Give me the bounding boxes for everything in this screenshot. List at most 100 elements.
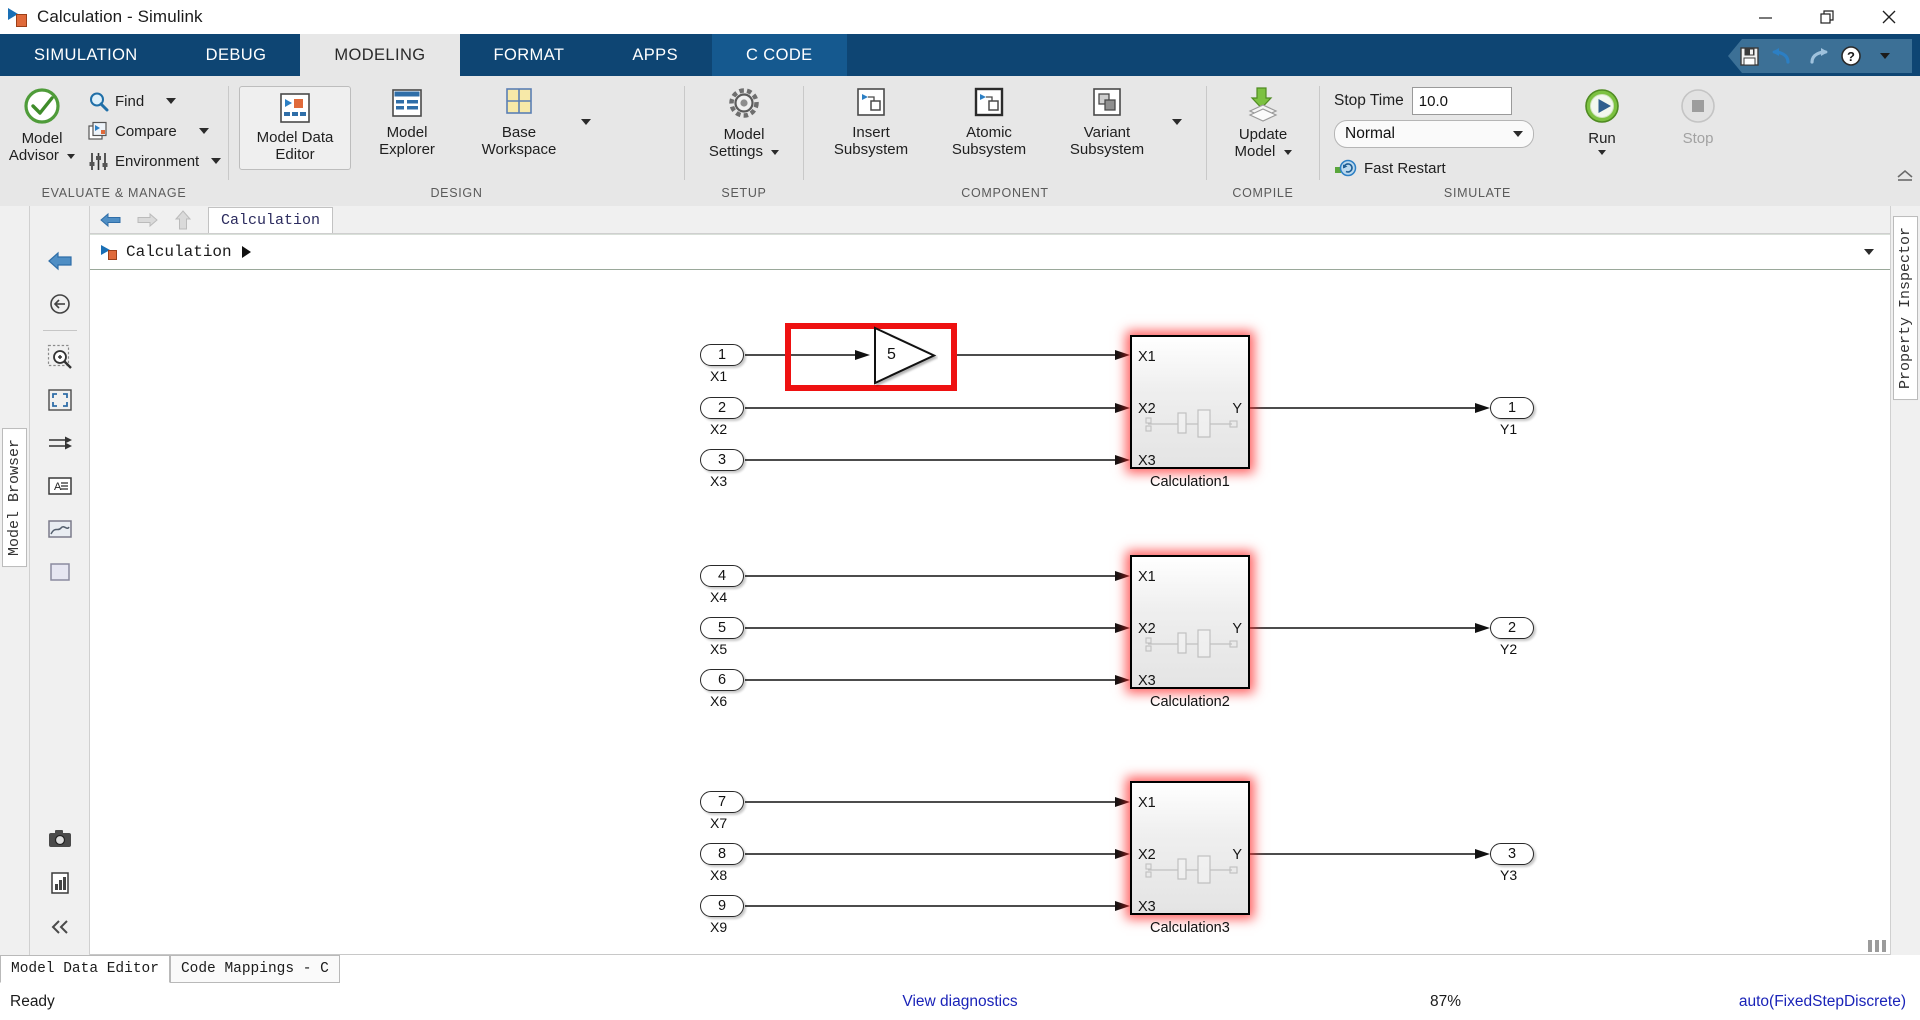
tab-modeling[interactable]: MODELING <box>300 34 460 76</box>
subsystem-glyph <box>1145 409 1238 438</box>
breadcrumb-path[interactable]: Calculation <box>126 243 232 261</box>
help-icon[interactable]: ? <box>1834 41 1868 71</box>
model-explorer-button[interactable]: Model Explorer <box>351 84 463 158</box>
insert-subsystem-button[interactable]: Insert Subsystem <box>812 84 930 158</box>
simulink-window: Calculation - Simulink SIMULATION DEBUG <box>0 0 1920 1020</box>
save-icon[interactable] <box>1732 41 1766 71</box>
environment-button[interactable]: Environment <box>84 146 227 176</box>
model-browser-panel[interactable]: Model Browser <box>0 206 30 955</box>
outport-block[interactable]: 1 <box>1490 397 1534 419</box>
model-advisor-button[interactable]: Model Advisor <box>0 84 84 164</box>
solver-info[interactable]: auto(FixedStepDiscrete) <box>1739 993 1906 1011</box>
inport-block[interactable]: 1 <box>700 344 744 366</box>
report-icon[interactable] <box>38 862 82 904</box>
undo-icon[interactable] <box>1766 41 1800 71</box>
component-group-expander[interactable] <box>1166 84 1188 160</box>
zoom-level[interactable]: 87% <box>1430 993 1461 1011</box>
inport-block[interactable]: 5 <box>700 617 744 639</box>
window-title: Calculation - Simulink <box>37 7 203 26</box>
environment-caret[interactable] <box>211 158 222 164</box>
model-canvas[interactable]: 1 X1 2 X2 3 X3 5 X1 X2 X3 Y Calculation1… <box>90 270 1890 955</box>
signal-arrows-icon[interactable] <box>38 422 82 464</box>
model-data-editor-label-2: Editor <box>275 146 315 163</box>
find-caret[interactable] <box>166 98 177 104</box>
zoom-in-icon[interactable] <box>38 336 82 378</box>
design-group-expander[interactable] <box>575 84 597 160</box>
image-icon[interactable] <box>38 508 82 550</box>
tab-debug[interactable]: DEBUG <box>172 34 301 76</box>
sliders-icon <box>89 152 108 170</box>
base-workspace-label-1: Base <box>501 124 537 141</box>
svg-text:A: A <box>54 481 62 493</box>
sim-mode-select[interactable]: Normal <box>1334 120 1534 148</box>
compare-caret[interactable] <box>198 128 209 134</box>
update-model-label-1: Update <box>1238 126 1288 143</box>
atomic-subsystem-label-1: Atomic <box>966 124 1012 141</box>
text-annotation-icon[interactable]: A <box>38 465 82 507</box>
insert-subsystem-label-1: Insert <box>852 124 890 141</box>
inport-block[interactable]: 9 <box>700 895 744 917</box>
double-chevron-left-icon[interactable] <box>38 906 82 948</box>
ribbon-tab-strip: SIMULATION DEBUG MODELING FORMAT APPS C … <box>0 34 1920 76</box>
close-icon[interactable] <box>1858 0 1920 34</box>
view-diagnostics-link[interactable]: View diagnostics <box>902 993 1017 1011</box>
property-inspector-panel[interactable]: Property Inspector <box>1890 206 1920 955</box>
inport-block[interactable]: 2 <box>700 397 744 419</box>
tab-c-code[interactable]: C CODE <box>712 34 847 76</box>
tab-format[interactable]: FORMAT <box>460 34 599 76</box>
tab-apps[interactable]: APPS <box>598 34 712 76</box>
canvas-resize-grip[interactable] <box>1868 940 1886 952</box>
outport-block[interactable]: 3 <box>1490 843 1534 865</box>
inport-label: X6 <box>710 693 728 709</box>
inport-block[interactable]: 4 <box>700 565 744 587</box>
left-arrow-icon[interactable] <box>38 240 82 282</box>
tab-code-mappings-c[interactable]: Code Mappings - C <box>169 955 340 983</box>
inport-block[interactable]: 6 <box>700 669 744 691</box>
outport-block[interactable]: 2 <box>1490 617 1534 639</box>
model-settings-caret[interactable] <box>771 149 780 155</box>
subsystem-block[interactable]: X1 X2 X3 Y <box>1130 555 1250 689</box>
run-caret[interactable] <box>1598 150 1606 155</box>
chevron-down-icon[interactable] <box>1868 41 1902 71</box>
variant-subsystem-button[interactable]: Variant Subsystem <box>1048 84 1166 158</box>
inport-block[interactable]: 8 <box>700 843 744 865</box>
fast-restart-button[interactable]: Fast Restart <box>1334 153 1534 183</box>
find-button[interactable]: Find <box>84 86 227 116</box>
chevron-down-icon[interactable] <box>1864 249 1874 255</box>
compare-button[interactable]: Compare <box>84 116 227 146</box>
nav-back-icon[interactable] <box>96 208 126 232</box>
model-data-editor-button[interactable]: Model Data Editor <box>239 86 351 170</box>
ribbon-collapse-icon[interactable] <box>1896 168 1914 186</box>
model-advisor-caret[interactable] <box>67 153 76 159</box>
tab-simulation[interactable]: SIMULATION <box>0 34 172 76</box>
restore-icon[interactable] <box>1796 0 1858 34</box>
inport-block[interactable]: 7 <box>700 791 744 813</box>
minimize-icon[interactable] <box>1734 0 1796 34</box>
subsystem-block[interactable]: X1 X2 X3 Y <box>1130 335 1250 469</box>
base-workspace-button[interactable]: Base Workspace <box>463 84 575 158</box>
camera-icon[interactable] <box>38 818 82 860</box>
subsystem-block[interactable]: X1 X2 X3 Y <box>1130 781 1250 915</box>
run-button[interactable]: Run <box>1554 84 1650 155</box>
area-box-icon[interactable] <box>38 551 82 593</box>
atomic-subsystem-button[interactable]: Atomic Subsystem <box>930 84 1048 158</box>
compare-icon <box>88 121 107 140</box>
tab-model-data-editor[interactable]: Model Data Editor <box>0 955 170 983</box>
model-document-tab[interactable]: Calculation <box>208 206 334 233</box>
simulink-model-icon <box>100 243 120 261</box>
gain-block[interactable] <box>872 325 938 387</box>
model-data-editor-label-1: Model Data <box>256 129 334 146</box>
inport-block[interactable]: 3 <box>700 449 744 471</box>
update-model-button[interactable]: Update Model <box>1209 84 1317 160</box>
environment-label: Environment <box>115 152 200 170</box>
model-settings-button[interactable]: Model Settings <box>689 84 799 160</box>
variant-subsystem-label-2: Subsystem <box>1069 141 1145 158</box>
stop-time-input[interactable]: 10.0 <box>1411 87 1512 115</box>
group-title-simulate: SIMULATE <box>1443 186 1512 200</box>
base-workspace-label-2: Workspace <box>481 141 557 158</box>
fit-to-view-icon[interactable] <box>38 379 82 421</box>
group-title-setup: SETUP <box>721 186 767 200</box>
up-level-icon[interactable] <box>38 283 82 325</box>
update-model-caret[interactable] <box>1283 149 1292 155</box>
nav-up-icon <box>168 208 198 232</box>
